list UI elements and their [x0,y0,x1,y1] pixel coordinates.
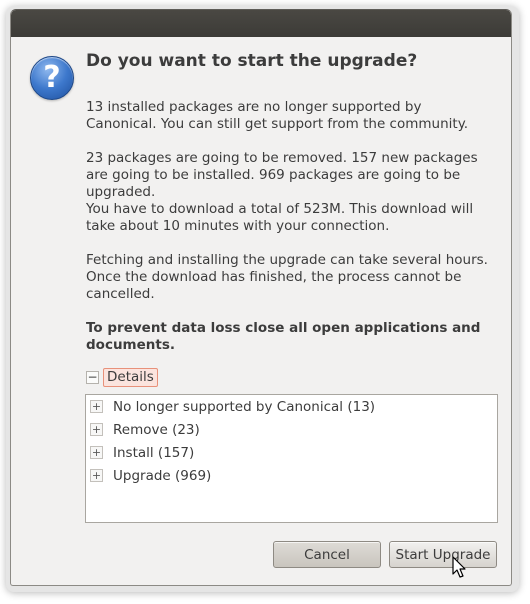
package-changes-text: 23 packages are going to be removed. 157… [86,150,478,200]
cancel-button[interactable]: Cancel [273,541,381,568]
unsupported-packages-text: 13 installed packages are no longer supp… [86,99,469,132]
expand-icon[interactable]: + [90,423,103,436]
tree-row-unsupported[interactable]: + No longer supported by Canonical (13) [86,395,497,418]
details-expander[interactable]: − Details [86,367,158,387]
tree-row-remove[interactable]: + Remove (23) [86,418,497,441]
tree-row-label: Upgrade (969) [113,467,212,484]
tree-row-label: Remove (23) [113,421,200,438]
collapse-icon[interactable]: − [86,370,99,384]
tree-row-install[interactable]: + Install (157) [86,441,497,464]
upgrade-dialog: ? Do you want to start the upgrade? 13 i… [10,9,512,586]
start-upgrade-button[interactable]: Start Upgrade [389,541,497,568]
expand-icon[interactable]: + [90,469,103,482]
duration-warning-text: Fetching and installing the upgrade can … [86,252,488,302]
tree-row-label: No longer supported by Canonical (13) [113,398,376,415]
tree-row-label: Install (157) [113,444,195,461]
download-size-text: You have to download a total of 523M. Th… [86,201,474,234]
question-icon: ? [30,56,74,100]
window-title-bar[interactable] [11,10,511,37]
data-loss-warning: To prevent data loss close all open appl… [86,320,481,353]
expand-icon[interactable]: + [90,446,103,459]
details-label[interactable]: Details [103,367,158,387]
tree-row-upgrade[interactable]: + Upgrade (969) [86,464,497,487]
mouse-pointer-icon [452,556,466,578]
expand-icon[interactable]: + [90,400,103,413]
details-tree[interactable]: + No longer supported by Canonical (13) … [85,394,498,523]
dialog-title: Do you want to start the upgrade? [86,51,418,71]
